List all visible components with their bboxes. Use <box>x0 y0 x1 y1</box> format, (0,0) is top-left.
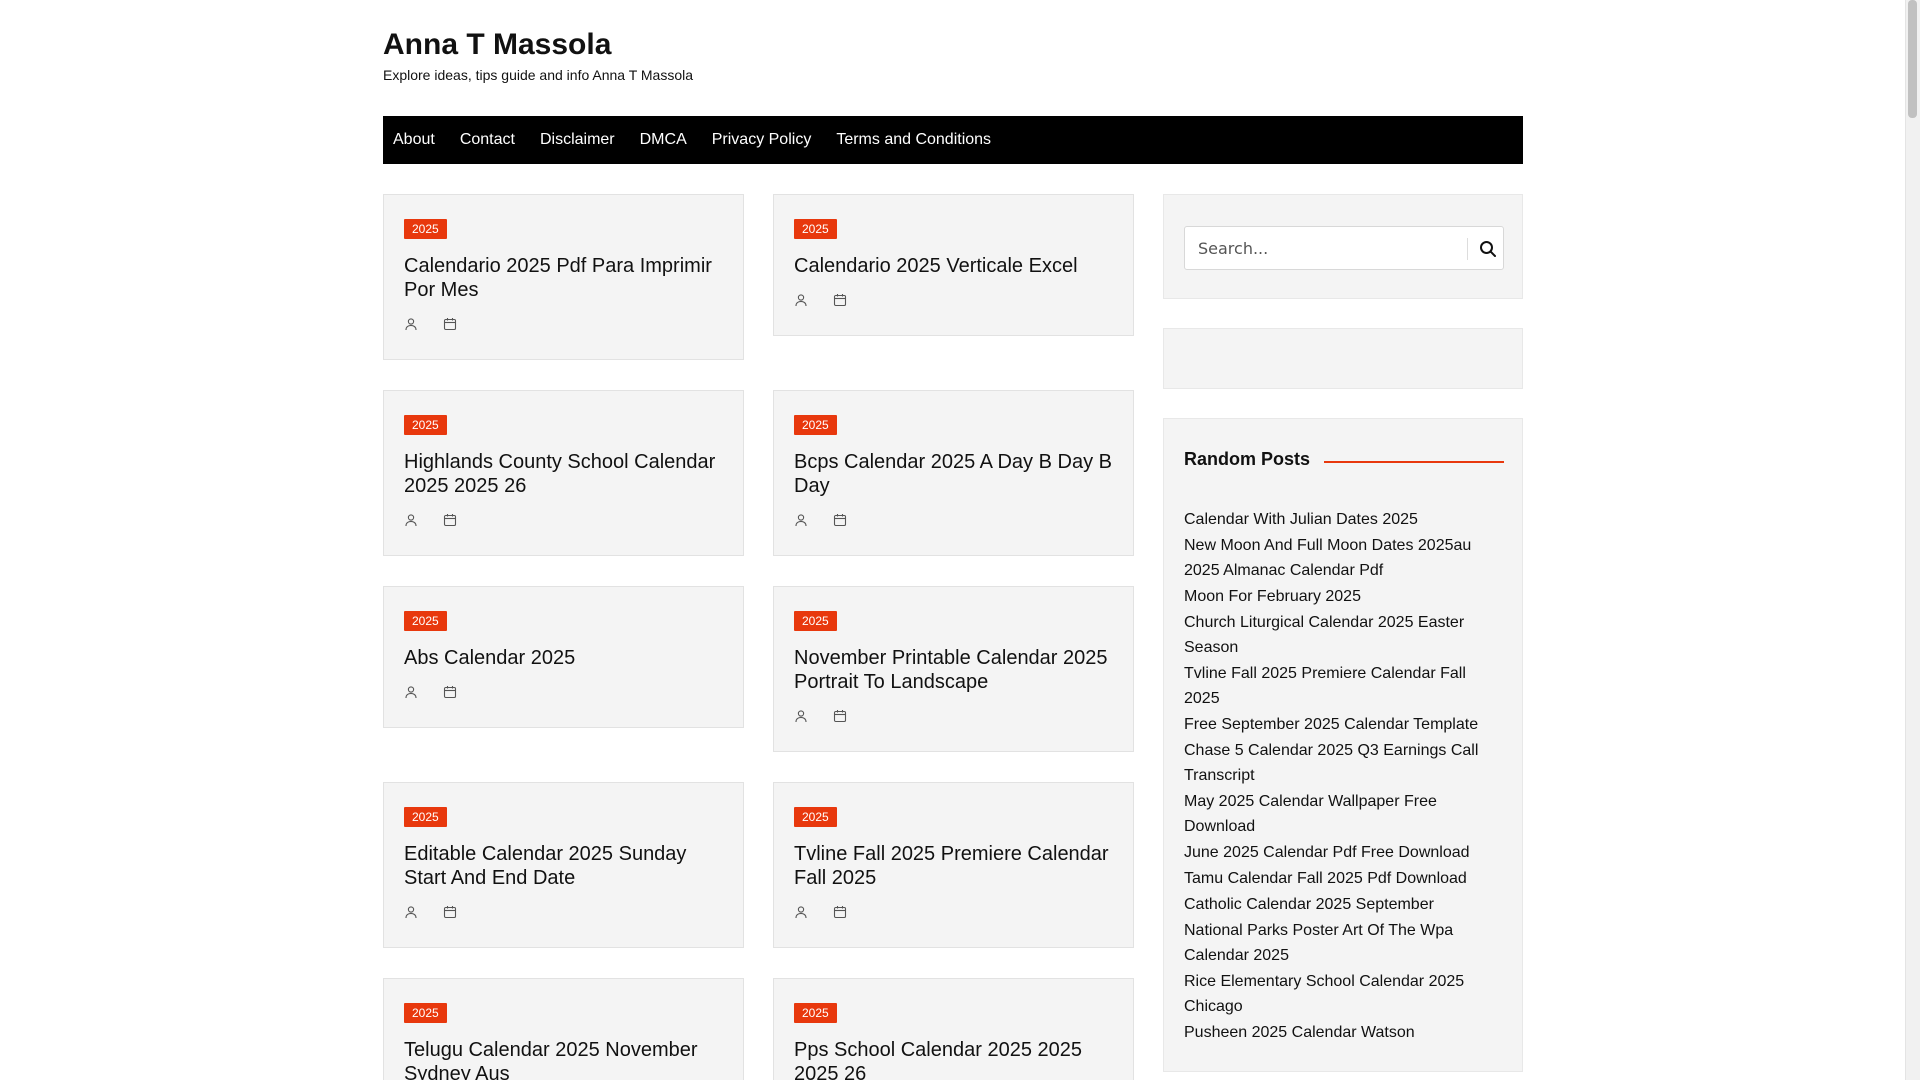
vertical-scrollbar[interactable] <box>1905 0 1920 1080</box>
post-title[interactable]: Calendario 2025 Pdf Para Imprimir Por Me… <box>404 254 723 302</box>
random-post-link[interactable]: Tvline Fall 2025 Premiere Calendar Fall … <box>1184 661 1504 711</box>
post-card: 2025 Calendario 2025 Verticale Excel <box>773 194 1134 336</box>
category-tag[interactable]: 2025 <box>794 219 837 239</box>
random-post-link[interactable]: Rice Elementary School Calendar 2025 Chi… <box>1184 969 1504 1019</box>
post-meta <box>794 292 1113 308</box>
nav-privacy-policy[interactable]: Privacy Policy <box>712 131 812 149</box>
user-icon[interactable] <box>404 685 418 699</box>
post-card: 2025 Highlands County School Calendar 20… <box>383 390 744 556</box>
user-icon[interactable] <box>404 905 418 919</box>
post-meta <box>404 512 723 528</box>
nav-terms-and-conditions[interactable]: Terms and Conditions <box>836 131 991 149</box>
post-meta <box>404 684 723 700</box>
category-tag[interactable]: 2025 <box>794 1003 837 1023</box>
category-tag[interactable]: 2025 <box>404 415 447 435</box>
post-title[interactable]: Telugu Calendar 2025 November Sydney Aus <box>404 1038 723 1080</box>
post-card: 2025 Pps School Calendar 2025 2025 2025 … <box>773 978 1134 1080</box>
empty-widget <box>1163 328 1523 389</box>
post-card: 2025 Editable Calendar 2025 Sunday Start… <box>383 782 744 948</box>
random-post-link[interactable]: May 2025 Calendar Wallpaper Free Downloa… <box>1184 789 1504 839</box>
nav-disclaimer[interactable]: Disclaimer <box>540 131 615 149</box>
nav-dmca[interactable]: DMCA <box>640 131 687 149</box>
post-meta <box>404 904 723 920</box>
post-title[interactable]: Calendario 2025 Verticale Excel <box>794 254 1113 278</box>
post-meta <box>794 708 1113 724</box>
post-meta <box>404 316 723 332</box>
post-title[interactable]: Editable Calendar 2025 Sunday Start And … <box>404 842 723 890</box>
category-tag[interactable]: 2025 <box>404 219 447 239</box>
post-card: 2025 November Printable Calendar 2025 Po… <box>773 586 1134 752</box>
post-meta <box>794 512 1113 528</box>
search-widget <box>1163 194 1523 299</box>
calendar-icon[interactable] <box>833 293 847 307</box>
calendar-icon[interactable] <box>833 905 847 919</box>
random-post-link[interactable]: Moon For February 2025 <box>1184 584 1504 609</box>
site-description: Explore ideas, tips guide and info Anna … <box>383 67 694 83</box>
post-title[interactable]: November Printable Calendar 2025 Portrai… <box>794 646 1113 694</box>
calendar-icon[interactable] <box>833 709 847 723</box>
search-icon[interactable] <box>1478 239 1498 259</box>
site-title[interactable]: Anna T Massola <box>383 28 611 62</box>
random-post-link[interactable]: Calendar With Julian Dates 2025 <box>1184 507 1504 532</box>
widget-title-underline <box>1324 461 1504 463</box>
post-card: 2025 Bcps Calendar 2025 A Day B Day B Da… <box>773 390 1134 556</box>
post-title[interactable]: Tvline Fall 2025 Premiere Calendar Fall … <box>794 842 1113 890</box>
user-icon[interactable] <box>794 905 808 919</box>
nav-contact[interactable]: Contact <box>460 131 515 149</box>
category-tag[interactable]: 2025 <box>404 611 447 631</box>
category-tag[interactable]: 2025 <box>794 807 837 827</box>
random-posts-list: Calendar With Julian Dates 2025 New Moon… <box>1184 507 1504 1046</box>
user-icon[interactable] <box>794 293 808 307</box>
category-tag[interactable]: 2025 <box>404 807 447 827</box>
user-icon[interactable] <box>404 513 418 527</box>
widget-title: Random Posts <box>1184 449 1311 469</box>
category-tag[interactable]: 2025 <box>794 415 837 435</box>
user-icon[interactable] <box>794 513 808 527</box>
random-post-link[interactable]: Chase 5 Calendar 2025 Q3 Earnings Call T… <box>1184 738 1504 788</box>
post-card: 2025 Calendario 2025 Pdf Para Imprimir P… <box>383 194 744 360</box>
post-card: 2025 Tvline Fall 2025 Premiere Calendar … <box>773 782 1134 948</box>
random-posts-widget: Random Posts Calendar With Julian Dates … <box>1163 418 1523 1072</box>
search-divider <box>1467 238 1468 260</box>
post-title[interactable]: Bcps Calendar 2025 A Day B Day B Day <box>794 450 1113 498</box>
random-post-link[interactable]: National Parks Poster Art Of The Wpa Cal… <box>1184 918 1504 968</box>
post-card: 2025 Abs Calendar 2025 <box>383 586 744 728</box>
random-post-link[interactable]: Catholic Calendar 2025 September <box>1184 892 1504 917</box>
calendar-icon[interactable] <box>443 685 457 699</box>
search-form <box>1184 226 1504 270</box>
random-post-link[interactable]: Pusheen 2025 Calendar Watson <box>1184 1020 1504 1045</box>
calendar-icon[interactable] <box>443 905 457 919</box>
post-title[interactable]: Highlands County School Calendar 2025 20… <box>404 450 723 498</box>
random-post-link[interactable]: Church Liturgical Calendar 2025 Easter S… <box>1184 610 1504 660</box>
calendar-icon[interactable] <box>443 513 457 527</box>
random-post-link[interactable]: New Moon And Full Moon Dates 2025au 2025… <box>1184 533 1504 583</box>
random-post-link[interactable]: Free September 2025 Calendar Template <box>1184 712 1504 737</box>
random-post-link[interactable]: June 2025 Calendar Pdf Free Download <box>1184 840 1504 865</box>
calendar-icon[interactable] <box>833 513 847 527</box>
search-input[interactable] <box>1185 227 1465 269</box>
post-title[interactable]: Abs Calendar 2025 <box>404 646 723 670</box>
post-meta <box>794 904 1113 920</box>
calendar-icon[interactable] <box>443 317 457 331</box>
post-title[interactable]: Pps School Calendar 2025 2025 2025 26 <box>794 1038 1113 1080</box>
category-tag[interactable]: 2025 <box>404 1003 447 1023</box>
category-tag[interactable]: 2025 <box>794 611 837 631</box>
user-icon[interactable] <box>794 709 808 723</box>
nav-about[interactable]: About <box>393 131 435 149</box>
random-post-link[interactable]: Tamu Calendar Fall 2025 Pdf Download <box>1184 866 1504 891</box>
scrollbar-thumb[interactable] <box>1908 0 1917 118</box>
post-card: 2025 Telugu Calendar 2025 November Sydne… <box>383 978 744 1080</box>
main-nav: About Contact Disclaimer DMCA Privacy Po… <box>383 116 1523 164</box>
user-icon[interactable] <box>404 317 418 331</box>
